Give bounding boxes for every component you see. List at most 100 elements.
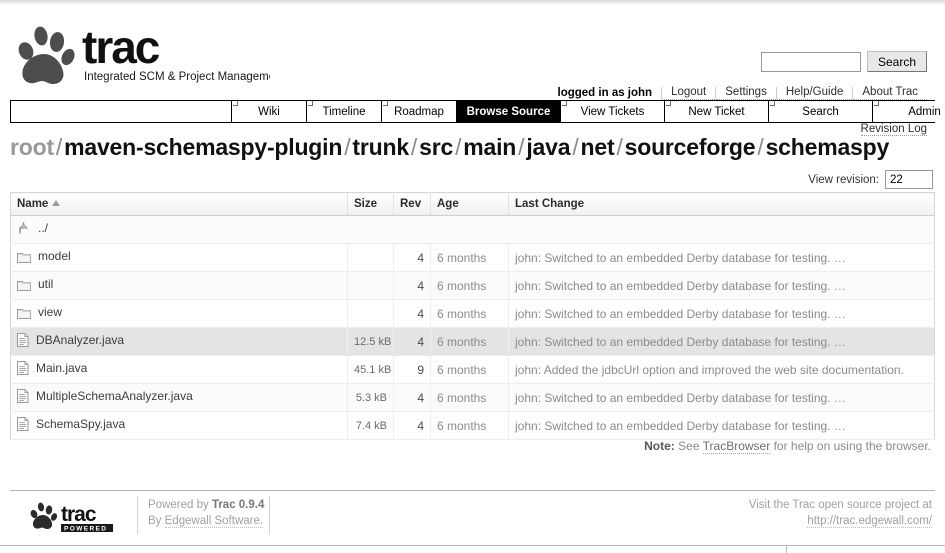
row-rev-cell[interactable]: 4 [393, 271, 431, 300]
nav-tab-search[interactable]: Search [768, 101, 872, 122]
search-form[interactable]: Search [760, 51, 927, 72]
row-size-cell: 12.5 kB [347, 327, 394, 356]
row-change-cell: john: Added the jdbcUrl option and impro… [508, 355, 935, 384]
table-row-parent[interactable]: ../ [10, 215, 935, 244]
row-name-cell[interactable]: SchemaSpy.java [10, 411, 348, 440]
search-button[interactable]: Search [866, 51, 927, 72]
site-footer: trac POWERED Powered by Trac 0.9.4 By Ed… [10, 492, 935, 542]
breadcrumb-separator: / [455, 134, 462, 160]
row-name-cell[interactable]: Main.java [10, 355, 348, 384]
svg-text:trac: trac [82, 21, 160, 73]
revision-input[interactable] [885, 170, 933, 189]
row-rev-cell[interactable]: 4 [393, 411, 431, 440]
trac-logo[interactable]: trac Integrated SCM & Project Management [10, 18, 270, 86]
breadcrumb-segment-7[interactable]: schemaspy [766, 134, 890, 160]
table-row[interactable]: MultipleSchemaAnalyzer.java 5.3 kB 4 6 m… [10, 383, 935, 412]
row-name-cell[interactable]: model [10, 243, 348, 272]
tagline: Integrated SCM & Project Management [84, 71, 270, 83]
row-size-cell: 7.4 kB [347, 411, 394, 440]
column-header-age[interactable]: Age [430, 192, 509, 216]
table-row[interactable]: model 4 6 months john: Switched to an em… [10, 243, 935, 272]
table-row[interactable]: DBAnalyzer.java 12.5 kB 4 6 months john:… [10, 327, 935, 356]
about-trac-link[interactable]: About Trac [853, 86, 927, 100]
row-rev-cell[interactable]: 4 [393, 383, 431, 412]
note-prefix: Note: [644, 439, 675, 453]
nav-tab-new-ticket[interactable]: New Ticket [664, 101, 768, 122]
table-row[interactable]: view 4 6 months john: Switched to an emb… [10, 299, 935, 328]
breadcrumb-separator: / [410, 134, 418, 160]
nav-tab-wiki[interactable]: Wiki [231, 101, 306, 122]
breadcrumb-separator: / [55, 134, 63, 160]
row-age-cell: 6 months [430, 299, 509, 328]
edgewall-software-link[interactable]: Edgewall Software. [164, 515, 264, 528]
logout-link[interactable]: Logout [662, 86, 716, 100]
breadcrumb-separator: / [518, 134, 525, 160]
file-link[interactable]: SchemaSpy.java [36, 417, 125, 431]
breadcrumb-segment-3[interactable]: main [463, 134, 516, 160]
nav-tab-roadmap[interactable]: Roadmap [381, 101, 456, 122]
help-guide-link[interactable]: Help/Guide [776, 86, 853, 100]
breadcrumb-segment-1[interactable]: trunk [352, 134, 409, 160]
nav-tab-admin[interactable]: Admin [872, 101, 945, 122]
breadcrumb-segment-0[interactable]: maven-schemaspy-plugin [64, 134, 342, 160]
meta-navigation: logged in as john Logout Settings Help/G… [558, 86, 927, 100]
table-header-row: Name Size Rev Age Last Change [10, 192, 935, 216]
row-name-cell[interactable]: view [10, 299, 348, 328]
folder-icon [17, 251, 32, 266]
row-size-cell: 5.3 kB [347, 383, 394, 412]
row-name-cell[interactable]: DBAnalyzer.java [10, 327, 348, 356]
column-header-name[interactable]: Name [10, 192, 348, 216]
row-change-cell: john: Switched to an embedded Derby data… [508, 383, 935, 412]
parent-directory-icon [17, 221, 31, 238]
file-link[interactable]: Main.java [36, 361, 87, 375]
nav-tab-timeline[interactable]: Timeline [306, 101, 381, 122]
breadcrumb-segment-5[interactable]: net [581, 134, 615, 160]
column-header-rev[interactable]: Rev [393, 192, 431, 216]
file-icon [17, 361, 29, 378]
row-name-cell[interactable]: MultipleSchemaAnalyzer.java [10, 383, 348, 412]
visit-text: Visit the Trac open source project at [748, 499, 932, 511]
row-change-cell: john: Switched to an embedded Derby data… [508, 411, 935, 440]
row-change-cell: john: Switched to an embedded Derby data… [508, 243, 935, 272]
nav-tab-view-tickets[interactable]: View Tickets [560, 101, 664, 122]
row-rev-cell[interactable]: 4 [393, 327, 431, 356]
directory-listing: Name Size Rev Age Last Change ../ model … [10, 192, 935, 440]
breadcrumb: root/maven-schemaspy-plugin/trunk/src/ma… [10, 134, 940, 161]
file-link[interactable]: DBAnalyzer.java [36, 333, 124, 347]
breadcrumb-segment-4[interactable]: java [526, 134, 570, 160]
row-rev-cell[interactable]: 4 [393, 299, 431, 328]
breadcrumb-segment-2[interactable]: src [419, 134, 453, 160]
nav-tab-browse-source[interactable]: Browse Source [456, 101, 560, 122]
main-navigation: Wiki Timeline Roadmap Browse Source View… [10, 100, 945, 123]
row-rev-cell[interactable]: 9 [393, 355, 431, 384]
parent-directory-cell[interactable]: ../ [10, 215, 935, 244]
note-text-after: for help on using the browser. [773, 439, 931, 453]
row-age-cell: 6 months [430, 383, 509, 412]
folder-icon [17, 307, 32, 322]
column-header-last-change[interactable]: Last Change [508, 192, 935, 216]
table-row[interactable]: SchemaSpy.java 7.4 kB 4 6 months john: S… [10, 411, 935, 440]
row-change-cell: john: Switched to an embedded Derby data… [508, 271, 935, 300]
breadcrumb-root[interactable]: root [10, 134, 54, 160]
directory-link[interactable]: view [38, 305, 62, 319]
view-revision-form: View revision: [808, 170, 933, 189]
parent-directory-link[interactable]: ../ [38, 221, 48, 235]
visit-trac-block: Visit the Trac open source project at ht… [749, 497, 932, 529]
row-rev-cell[interactable]: 4 [393, 243, 431, 272]
tracbrowser-link[interactable]: TracBrowser [702, 439, 771, 454]
breadcrumb-segment-6[interactable]: sourceforge [625, 134, 756, 160]
table-row[interactable]: util 4 6 months john: Switched to an emb… [10, 271, 935, 300]
row-name-cell[interactable]: util [10, 271, 348, 300]
row-age-cell: 6 months [430, 355, 509, 384]
directory-link[interactable]: util [38, 277, 53, 291]
breadcrumb-separator: / [572, 134, 579, 160]
search-input[interactable] [760, 51, 861, 72]
column-header-size[interactable]: Size [347, 192, 394, 216]
directory-link[interactable]: model [38, 249, 71, 263]
trac-powered-logo[interactable]: trac POWERED [28, 499, 126, 533]
file-link[interactable]: MultipleSchemaAnalyzer.java [36, 389, 193, 403]
table-row[interactable]: Main.java 45.1 kB 9 6 months john: Added… [10, 355, 935, 384]
settings-link[interactable]: Settings [716, 86, 776, 100]
trac-website-link[interactable]: http://trac.edgewall.com/ [807, 515, 932, 528]
powered-by-block: Powered by Trac 0.9.4 By Edgewall Softwa… [148, 497, 264, 529]
